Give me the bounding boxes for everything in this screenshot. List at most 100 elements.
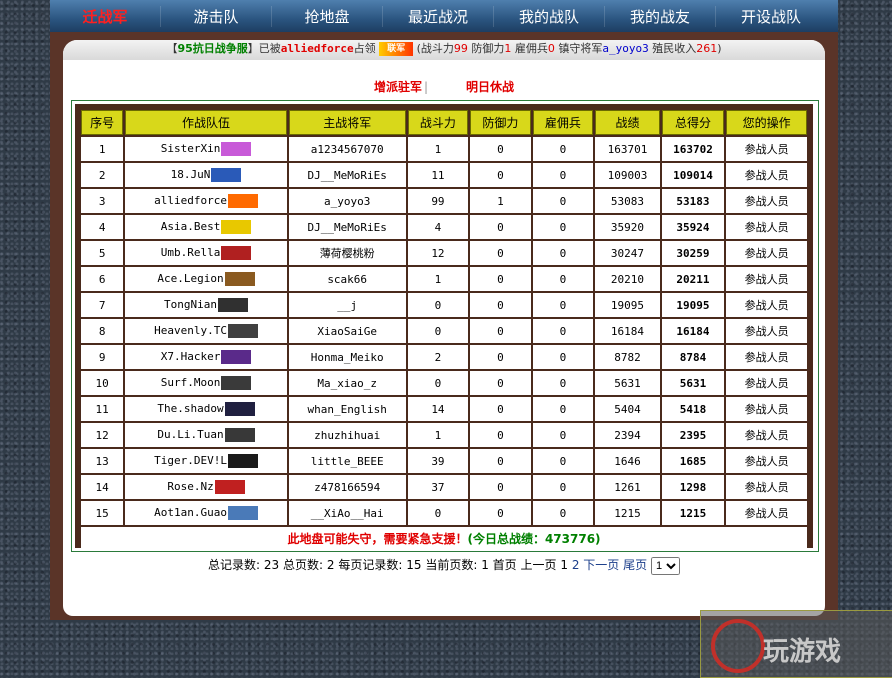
team-name[interactable]: Ace.Legion	[125, 267, 287, 291]
prev-page-link[interactable]: 上一页	[521, 558, 557, 572]
merc-value: 0	[532, 267, 594, 291]
general-name[interactable]: a_yoyo3	[288, 189, 406, 213]
tomorrow-truce-link[interactable]: 明日休战	[466, 80, 514, 94]
score-value: 1215	[661, 501, 725, 525]
general-name[interactable]: z478166594	[288, 475, 406, 499]
table-row: 7 TongNian __j 0 0 0 19095 19095 参战人员	[81, 293, 807, 317]
income-label: 殖民收入	[652, 42, 697, 55]
general-name[interactable]: Honma_Meiko	[288, 345, 406, 369]
team-logo-icon	[211, 168, 242, 182]
score-value: 1685	[661, 449, 725, 473]
general-name[interactable]: zhuzhihuai	[288, 423, 406, 447]
total-pages: 2	[326, 558, 335, 572]
team-logo-icon	[214, 480, 245, 494]
team-name[interactable]: X7.Hacker	[125, 345, 287, 369]
nav-item-guerrilla[interactable]: 游击队	[161, 5, 272, 27]
row-no-text: 2	[98, 168, 106, 182]
general-name[interactable]: little_BEEE	[288, 449, 406, 473]
first-page-link[interactable]: 首页	[493, 558, 517, 572]
nav-item-recent-battles[interactable]: 最近战况	[383, 5, 494, 27]
team-name[interactable]: The.shadow	[125, 397, 287, 421]
general-name[interactable]: 薄荷樱桃粉	[288, 241, 406, 265]
combat-value-text: 39	[431, 454, 445, 468]
general-name[interactable]: XiaoSaiGe	[288, 319, 406, 343]
participants-link[interactable]: 参战人员	[726, 189, 807, 213]
combat-value-text: 0	[434, 324, 442, 338]
participants-link-text: 参战人员	[744, 195, 789, 208]
combat-value-text: 12	[431, 246, 445, 260]
general-name[interactable]: DJ__MeMoRiEs	[288, 215, 406, 239]
team-name[interactable]: SisterXin	[125, 137, 287, 161]
general-name[interactable]: Ma_xiao_z	[288, 371, 406, 395]
record-value-text: 20210	[610, 272, 645, 286]
team-name[interactable]: TongNian	[125, 293, 287, 317]
nav-item-create-team[interactable]: 开设战队	[716, 6, 826, 27]
participants-link[interactable]: 参战人员	[726, 397, 807, 421]
participants-link[interactable]: 参战人员	[726, 371, 807, 395]
team-name-text: SisterXin	[160, 142, 221, 155]
page-select[interactable]: 1	[650, 556, 680, 575]
participants-link[interactable]: 参战人员	[726, 449, 807, 473]
general-name-text: __XiAo__Hai	[310, 506, 384, 520]
participants-link[interactable]: 参战人员	[726, 475, 807, 499]
row-no: 9	[81, 345, 124, 369]
record-value-text: 1646	[614, 454, 641, 468]
team-name-text: Du.Li.Tuan	[157, 428, 224, 441]
score-value-text: 20211	[676, 272, 710, 286]
team-name[interactable]: Heavenly.TC	[125, 319, 287, 343]
participants-link[interactable]: 参战人员	[726, 137, 807, 161]
team-name[interactable]: Rose.Nz	[125, 475, 287, 499]
general-name[interactable]: a1234567070	[288, 137, 406, 161]
general-name[interactable]: whan_English	[288, 397, 406, 421]
battle-table-container: 序号 作战队伍 主战将军 战斗力 防御力 雇佣兵 战绩 总得分 您的操作 1 Si…	[71, 100, 819, 552]
record-value: 2394	[595, 423, 660, 447]
occupier-name[interactable]: alliedforce	[281, 42, 354, 55]
team-name-text: alliedforce	[154, 194, 227, 207]
team-name[interactable]: Asia.Best	[125, 215, 287, 239]
last-page-link[interactable]: 尾页	[623, 558, 647, 572]
defense-value: 0	[470, 423, 531, 447]
merc-value-text: 0	[559, 272, 567, 286]
team-name[interactable]: Umb.Rella	[125, 241, 287, 265]
send-garrison-link[interactable]: 增派驻军	[374, 80, 422, 94]
record-value-text: 163701	[607, 142, 648, 156]
team-name[interactable]: 18.JuN	[125, 163, 287, 187]
general-name[interactable]: DJ__MeMoRiEs	[288, 163, 406, 187]
participants-link[interactable]: 参战人员	[726, 293, 807, 317]
participants-link[interactable]: 参战人员	[726, 423, 807, 447]
general-name[interactable]: __XiAo__Hai	[288, 501, 406, 525]
server-name: 95抗日战争服	[177, 42, 248, 55]
participants-link[interactable]: 参战人员	[726, 163, 807, 187]
general-name[interactable]: scak66	[288, 267, 406, 291]
participants-link[interactable]: 参战人员	[726, 241, 807, 265]
participants-link[interactable]: 参战人员	[726, 215, 807, 239]
score-value: 20211	[661, 267, 725, 291]
next-page-link[interactable]: 下一页	[583, 558, 619, 572]
team-name[interactable]: Tiger.DEV!L	[125, 449, 287, 473]
nav-item-my-team[interactable]: 我的战队	[494, 5, 605, 27]
nav-logo[interactable]: 迁战军	[50, 5, 161, 27]
defense-value: 0	[470, 501, 531, 525]
nav-item-grab-territory[interactable]: 抢地盘	[272, 5, 383, 27]
combat-value-text: 0	[434, 298, 442, 312]
participants-link[interactable]: 参战人员	[726, 267, 807, 291]
occupied-label: 占领	[353, 42, 376, 55]
merc-value-text: 0	[559, 220, 567, 234]
action-separator: |	[423, 80, 429, 94]
nav-item-my-comrades[interactable]: 我的战友	[605, 5, 716, 27]
record-value: 20210	[595, 267, 660, 291]
team-name[interactable]: Surf.Moon	[125, 371, 287, 395]
score-value: 5418	[661, 397, 725, 421]
participants-link[interactable]: 参战人员	[726, 319, 807, 343]
merc-value-text: 0	[559, 454, 567, 468]
team-name[interactable]: Aot1an.Guao	[125, 501, 287, 525]
garrison-general[interactable]: a_yoyo3	[602, 42, 648, 55]
page-2-link[interactable]: 2	[572, 558, 580, 572]
score-value: 5631	[661, 371, 725, 395]
general-name[interactable]: __j	[288, 293, 406, 317]
team-name[interactable]: alliedforce	[125, 189, 287, 213]
team-name[interactable]: Du.Li.Tuan	[125, 423, 287, 447]
combat-value: 99	[407, 189, 469, 213]
participants-link[interactable]: 参战人员	[726, 345, 807, 369]
participants-link[interactable]: 参战人员	[726, 501, 807, 525]
